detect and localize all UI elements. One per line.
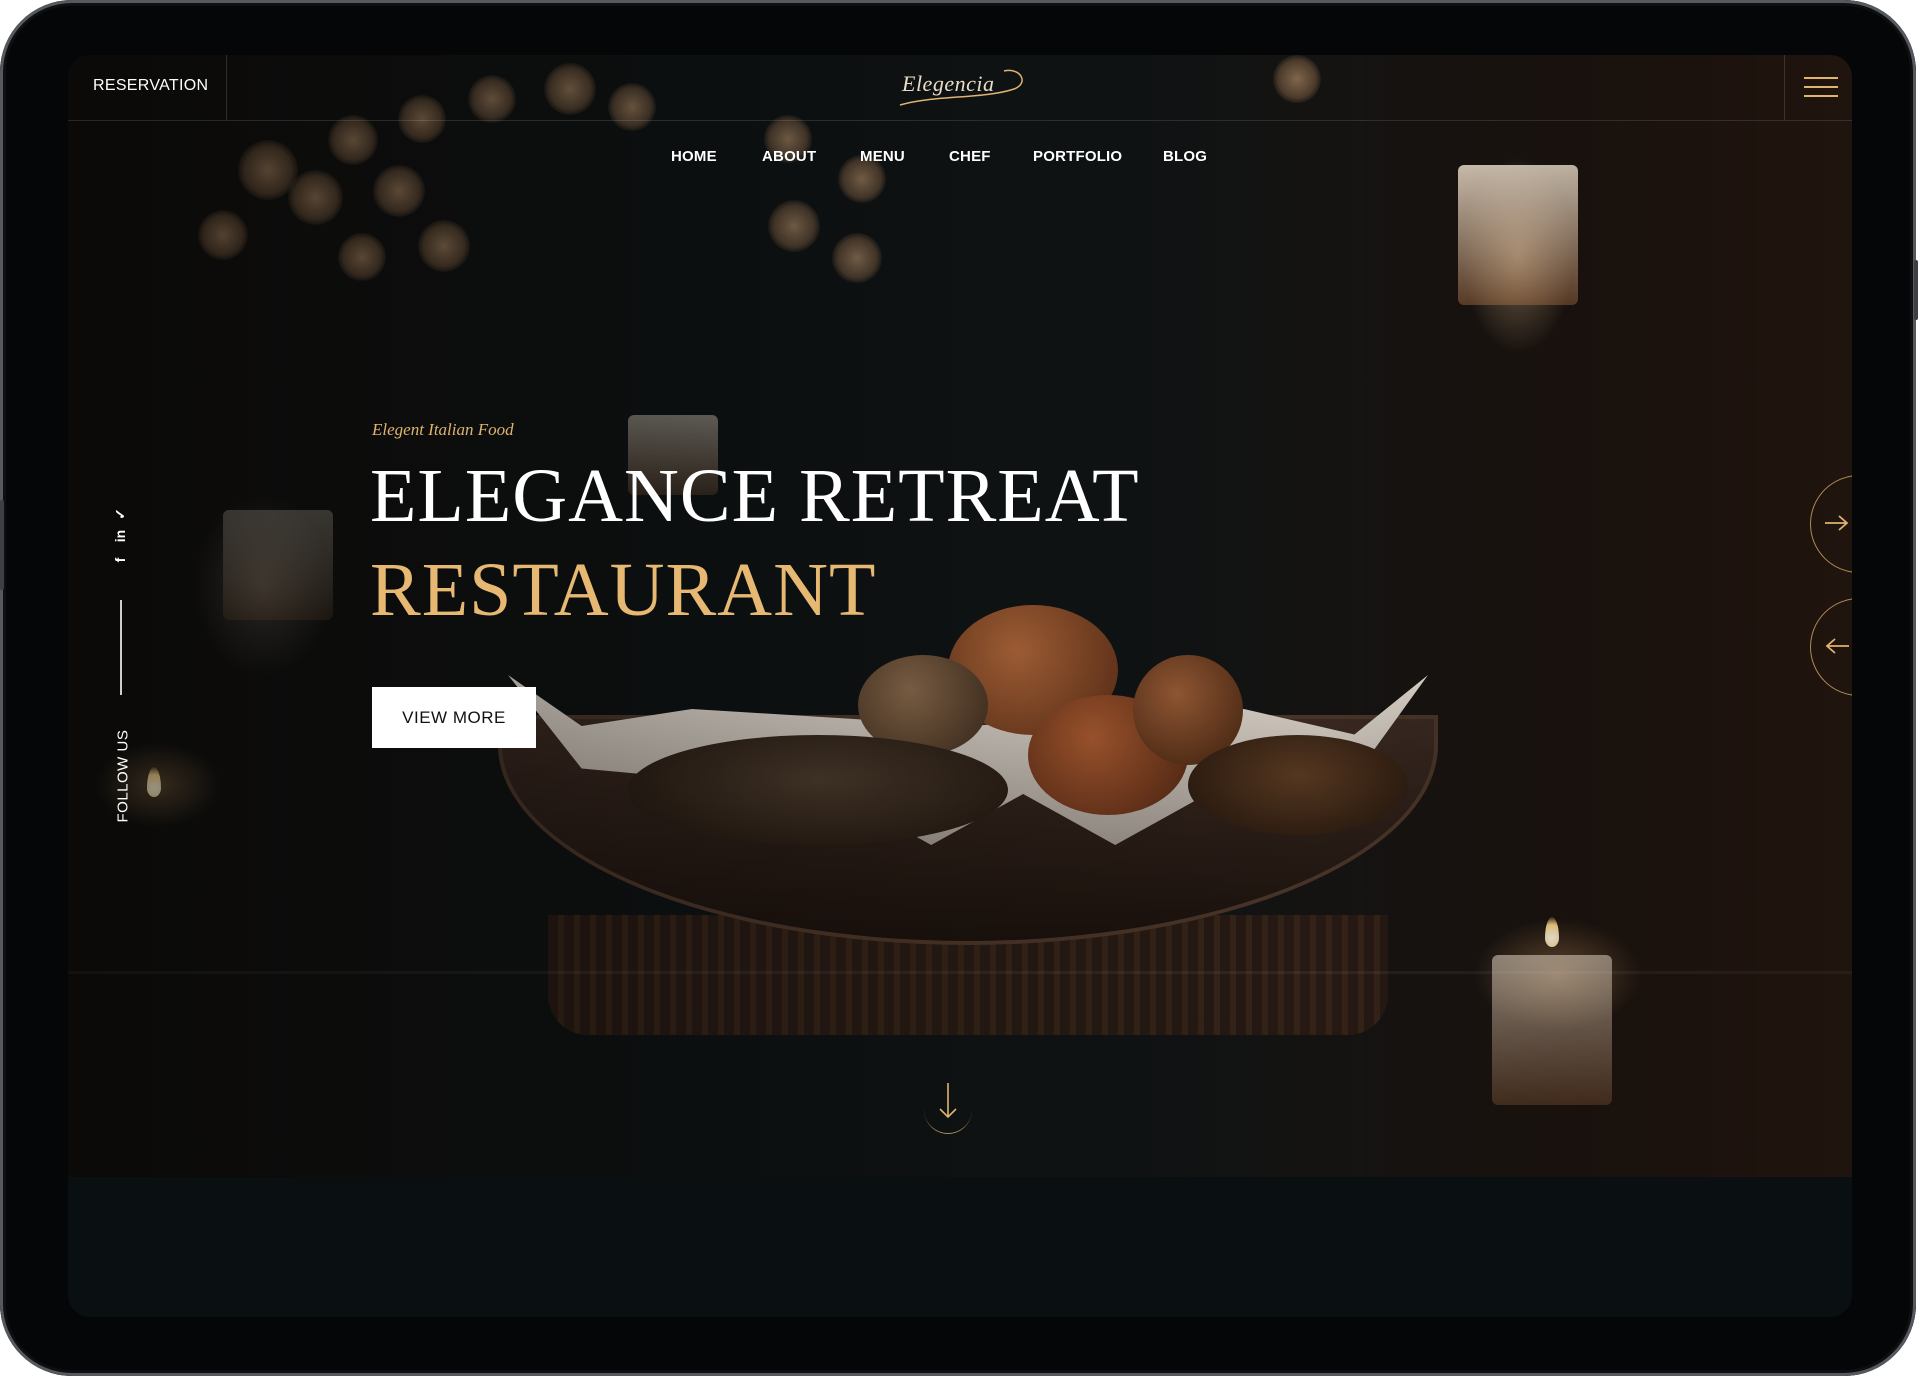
hero-background-photo — [68, 55, 1852, 1177]
divider — [1784, 55, 1785, 120]
nav-item-chef[interactable]: CHEF — [949, 148, 991, 165]
reservation-link[interactable]: RESERVATION — [93, 77, 208, 95]
social-links: ✓ in f — [108, 505, 132, 585]
main-nav: HOME ABOUT MENU CHEF PORTFOLIO BLOG — [68, 148, 1852, 172]
arrow-right-icon — [1825, 515, 1849, 531]
logo[interactable]: Elegencia — [894, 65, 1034, 111]
hero-title-line2: RESTAURANT — [370, 548, 877, 632]
top-bar: RESERVATION Elegencia — [68, 55, 1852, 121]
nav-item-home[interactable]: HOME — [671, 148, 717, 165]
twitter-icon[interactable]: ✓ — [111, 505, 129, 523]
logo-swash-icon — [899, 69, 1023, 106]
follow-divider — [120, 600, 122, 695]
view-more-button[interactable]: VIEW MORE — [372, 687, 536, 748]
follow-us-label: FOLLOW US — [114, 729, 132, 823]
nav-item-blog[interactable]: BLOG — [1163, 148, 1207, 165]
arrow-left-icon — [1825, 638, 1849, 654]
scroll-down-button[interactable] — [924, 1083, 972, 1134]
nav-item-about[interactable]: ABOUT — [762, 148, 816, 165]
divider — [226, 55, 227, 120]
tablet-side-button — [0, 500, 4, 590]
nav-item-portfolio[interactable]: PORTFOLIO — [1033, 148, 1122, 165]
hamburger-menu-icon[interactable] — [1804, 75, 1840, 99]
screen: RESERVATION Elegencia HOME ABOUT MENU CH… — [68, 55, 1852, 1317]
hero-overlay — [68, 55, 1852, 1177]
tablet-side-button — [1914, 260, 1918, 320]
facebook-icon[interactable]: f — [111, 551, 129, 569]
hero-title-line1: ELEGANCE RETREAT — [370, 454, 1140, 538]
tablet-frame: RESERVATION Elegencia HOME ABOUT MENU CH… — [0, 0, 1918, 1376]
hero-tagline: Elegent Italian Food — [372, 420, 514, 439]
arrow-down-icon — [939, 1083, 957, 1119]
nav-item-menu[interactable]: MENU — [860, 148, 905, 165]
linkedin-icon[interactable]: in — [111, 527, 129, 545]
